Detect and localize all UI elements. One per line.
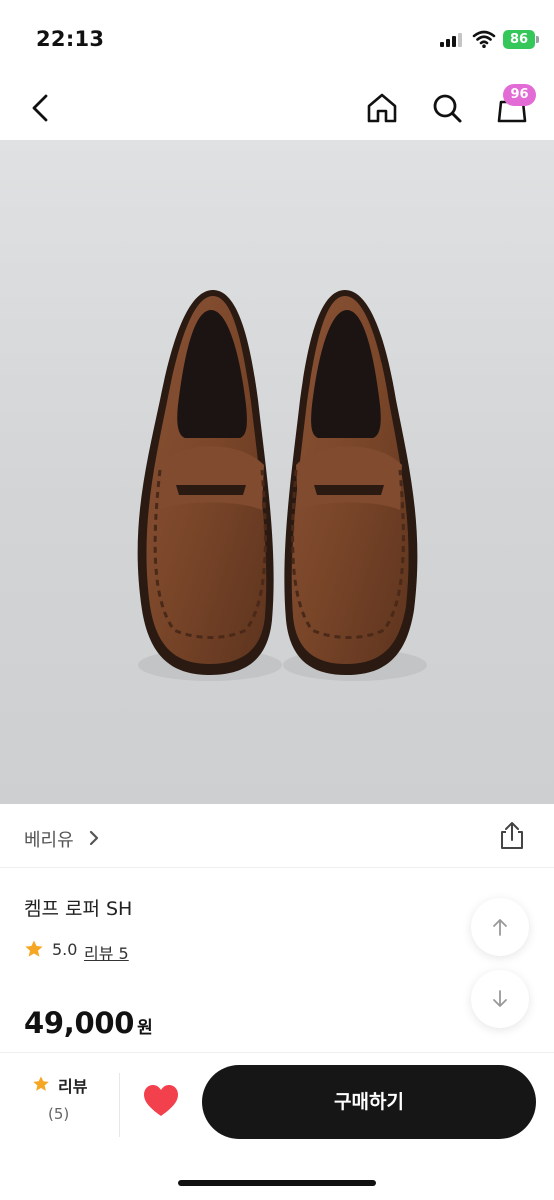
star-icon xyxy=(25,940,43,957)
share-icon[interactable] xyxy=(496,820,528,852)
currency: 원 xyxy=(137,1018,153,1038)
chevron-right-icon xyxy=(89,830,99,846)
cellular-signal-icon xyxy=(440,33,464,47)
review-link[interactable]: 리뷰 5 xyxy=(84,940,129,964)
home-indicator xyxy=(178,1180,376,1186)
scroll-bottom-button[interactable] xyxy=(471,970,529,1028)
battery-cap xyxy=(536,36,539,43)
review-count: (5) xyxy=(48,1105,70,1123)
search-icon[interactable] xyxy=(427,88,467,128)
nav-bar xyxy=(0,78,554,140)
product-image[interactable] xyxy=(0,140,554,804)
price: 49,000 xyxy=(24,1006,135,1040)
home-icon[interactable] xyxy=(362,88,402,128)
arrow-down-icon xyxy=(493,990,507,1007)
scroll-top-button[interactable] xyxy=(471,898,529,956)
star-icon xyxy=(33,1076,49,1091)
buy-button[interactable]: 구매하기 xyxy=(202,1065,536,1139)
product-name: 켐프 로퍼 SH xyxy=(24,898,133,920)
bottom-action-bar: 리뷰 (5) 구매하기 xyxy=(0,1052,554,1200)
review-summary-button[interactable]: 리뷰 (5) xyxy=(24,1071,98,1137)
brand-name[interactable]: 베리유 xyxy=(24,826,74,852)
status-time: 22:13 xyxy=(36,27,105,51)
wifi-icon xyxy=(472,30,496,48)
battery-indicator: 86 xyxy=(503,30,535,49)
brand-row[interactable]: 베리유 xyxy=(0,804,554,868)
divider xyxy=(119,1073,120,1137)
review-label: 리뷰 xyxy=(58,1077,88,1096)
rating-value: 5.0 xyxy=(52,940,78,959)
price-row: 49,000 원 xyxy=(24,1006,153,1046)
status-bar: 22:13 86 xyxy=(0,0,554,78)
arrow-up-icon xyxy=(493,919,507,936)
back-icon[interactable] xyxy=(20,88,60,128)
heart-icon[interactable] xyxy=(142,1083,180,1119)
cart-count-badge: 96 xyxy=(503,84,536,106)
